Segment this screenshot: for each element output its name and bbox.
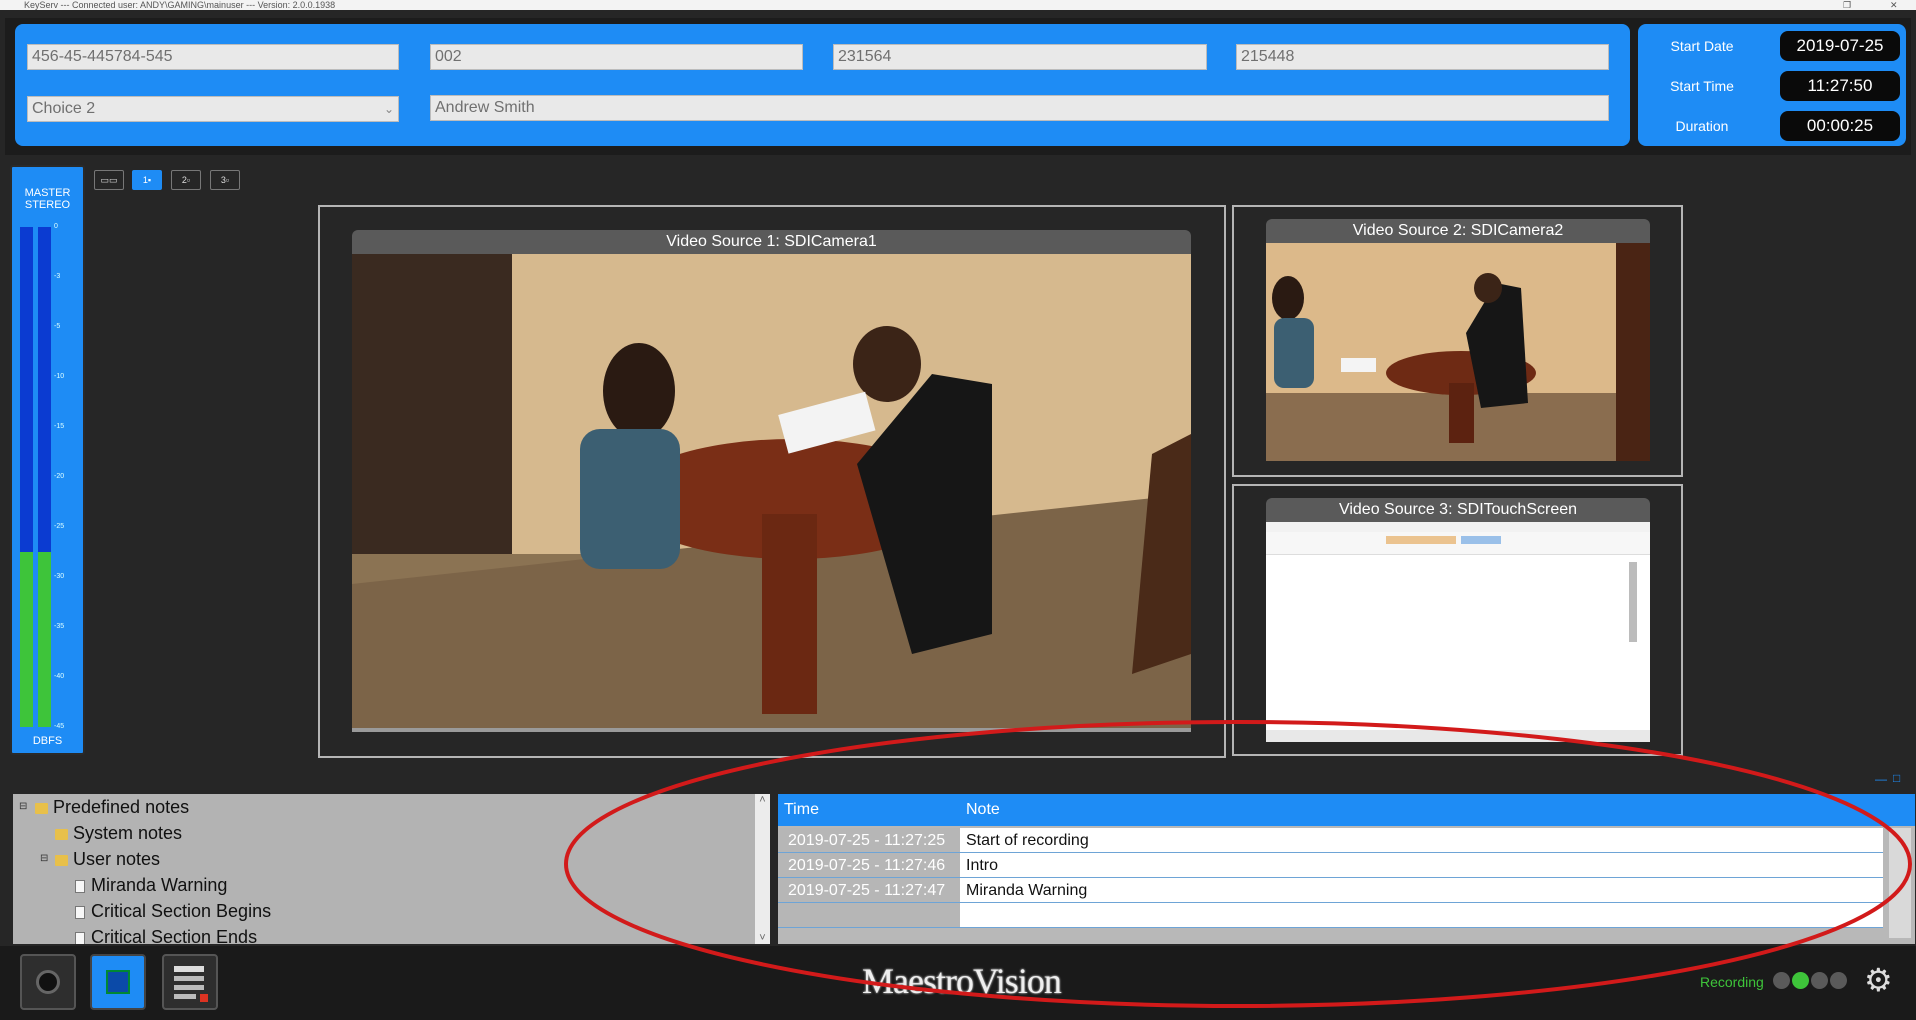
layout-3-button[interactable]: 3▫ <box>210 170 240 190</box>
video-source-2-title: Video Source 2: SDICamera2 <box>1266 219 1650 243</box>
status-dot-3 <box>1811 972 1828 989</box>
duration-label: Duration <box>1675 118 1729 134</box>
record-button[interactable] <box>20 954 76 1010</box>
subject-name-field[interactable]: Andrew Smith <box>430 95 1609 121</box>
vu-tick-label: -3 <box>54 273 61 280</box>
grid-scrollbar[interactable] <box>1889 828 1911 938</box>
video-source-1-title: Video Source 1: SDICamera1 <box>352 230 1191 254</box>
vu-level-right <box>38 552 51 727</box>
field-3[interactable]: 231564 <box>833 44 1207 70</box>
tree-item-predefined-notes[interactable]: Predefined notes <box>35 797 189 818</box>
notes-list-button[interactable] <box>162 954 218 1010</box>
notes-grid: Time Note 2019-07-25 - 11:27:25 Start of… <box>778 794 1915 944</box>
collapse-icon[interactable]: ⊟ <box>19 801 27 812</box>
note-time: 2019-07-25 - 11:27:47 <box>778 878 960 902</box>
vu-tick-label: -35 <box>54 623 65 630</box>
time-column-header[interactable]: Time <box>784 794 819 826</box>
layout-1-button[interactable]: 1▪ <box>132 170 162 190</box>
folder-icon <box>55 828 68 840</box>
field-2[interactable]: 002 <box>430 44 803 70</box>
note-icon <box>75 905 85 919</box>
restore-icon[interactable]: ❐ <box>1843 0 1851 11</box>
vu-tick-label: 0 <box>54 223 58 230</box>
vu-tick-label: -30 <box>54 573 65 580</box>
note-icon <box>75 931 85 944</box>
status-dot-2 <box>1792 972 1809 989</box>
status-dot-1 <box>1773 972 1790 989</box>
vu-tick-label: -25 <box>54 523 65 530</box>
vu-tick-label: -20 <box>54 473 65 480</box>
session-fields-panel: 456-45-445784-545 002 231564 215448 Choi… <box>15 24 1630 146</box>
session-header: 456-45-445784-545 002 231564 215448 Choi… <box>5 18 1911 155</box>
minimize-panel-icon[interactable]: — <box>1875 772 1887 786</box>
vu-tick-label: -15 <box>54 423 65 430</box>
note-row-new[interactable] <box>778 903 1883 928</box>
vu-tick-label: -5 <box>54 323 61 330</box>
vu-tick-label: -40 <box>54 673 65 680</box>
tree-item-critical-section-ends[interactable]: Critical Section Ends <box>75 927 257 944</box>
notes-grid-header: Time Note <box>778 794 1915 826</box>
predefined-notes-tree: ⊟ Predefined notes System notes ⊟ User n… <box>13 794 763 944</box>
list-icon <box>174 966 208 1002</box>
vu-meter-title: MASTER STEREO <box>24 187 71 211</box>
vu-tick-label: -10 <box>54 373 65 380</box>
vu-channel-left <box>20 227 33 727</box>
folder-icon <box>55 854 68 866</box>
note-time: 2019-07-25 - 11:27:46 <box>778 853 960 877</box>
scroll-up-icon[interactable]: ˄ <box>755 794 770 806</box>
maestrovision-logo: MaestroVision <box>862 961 1062 1001</box>
collapse-icon[interactable]: ⊟ <box>40 853 48 864</box>
video-source-3-feed[interactable] <box>1266 522 1650 742</box>
master-vu-meter: MASTER STEREO 0 -3 -5 -10 -15 -20 -25 -30 -35 -40… <box>10 165 85 755</box>
settings-gear-icon[interactable]: ⚙ <box>1864 964 1893 996</box>
tree-item-critical-section-begins[interactable]: Critical Section Begins <box>75 901 271 922</box>
video-source-1-progress <box>352 728 1191 732</box>
note-row[interactable]: 2019-07-25 - 11:27:47 Miranda Warning <box>778 878 1883 903</box>
note-text[interactable]: Intro <box>960 853 998 877</box>
tree-scrollbar[interactable]: ˄ ˅ <box>755 794 770 944</box>
vu-level-left <box>20 552 33 727</box>
note-row[interactable]: 2019-07-25 - 11:27:25 Start of recording <box>778 828 1883 853</box>
folder-icon <box>35 802 48 814</box>
note-text[interactable]: Start of recording <box>960 828 1089 852</box>
note-text[interactable]: Miranda Warning <box>960 878 1087 902</box>
start-date-label: Start Date <box>1670 38 1734 54</box>
case-number-field[interactable]: 456-45-445784-545 <box>27 44 399 70</box>
choice-dropdown[interactable]: Choice 2 ⌄ <box>27 96 399 122</box>
tree-item-system-notes[interactable]: System notes <box>55 823 182 844</box>
duration-value: 00:00:25 <box>1780 111 1900 141</box>
tree-item-miranda-warning[interactable]: Miranda Warning <box>75 875 227 896</box>
chevron-down-icon: ⌄ <box>383 102 394 116</box>
close-icon[interactable]: ✕ <box>1890 0 1898 11</box>
window-title: KeyServ --- Connected user: ANDY\GAMING\… <box>0 0 1916 10</box>
layout-2-button[interactable]: 2▫ <box>171 170 201 190</box>
note-time: 2019-07-25 - 11:27:25 <box>778 828 960 852</box>
note-time <box>778 903 960 927</box>
video-source-3-title: Video Source 3: SDITouchScreen <box>1266 498 1650 522</box>
start-time-label: Start Time <box>1670 78 1734 94</box>
session-time-panel: Start Date 2019-07-25 Start Time 11:27:5… <box>1638 24 1906 146</box>
scroll-down-icon[interactable]: ˅ <box>755 932 770 944</box>
footer-bar: MaestroVision Recording ⚙ <box>0 946 1916 1020</box>
start-time-value: 11:27:50 <box>1780 71 1900 101</box>
note-icon <box>75 879 85 893</box>
maximize-panel-icon[interactable]: □ <box>1893 771 1900 785</box>
note-row[interactable]: 2019-07-25 - 11:27:46 Intro <box>778 853 1883 878</box>
video-source-2-feed[interactable] <box>1266 243 1650 461</box>
tree-item-user-notes[interactable]: User notes <box>55 849 160 870</box>
recording-status-label: Recording <box>1700 974 1764 990</box>
layout-dual-button[interactable]: ▭▭ <box>94 170 124 190</box>
status-dot-4 <box>1830 972 1847 989</box>
vu-unit-label: DBFS <box>32 735 63 747</box>
stop-button[interactable] <box>90 954 146 1010</box>
note-text[interactable] <box>960 903 966 927</box>
dropdown-value: Choice 2 <box>32 100 96 117</box>
field-4[interactable]: 215448 <box>1236 44 1609 70</box>
note-column-header[interactable]: Note <box>966 794 1000 826</box>
start-date-value: 2019-07-25 <box>1780 31 1900 61</box>
video-source-1-feed[interactable] <box>352 254 1191 728</box>
vu-tick-label: -45 <box>54 723 65 730</box>
vu-channel-right <box>38 227 51 727</box>
notes-panel: — □ ⊟ Predefined notes System notes ⊟ Us… <box>5 768 1915 946</box>
